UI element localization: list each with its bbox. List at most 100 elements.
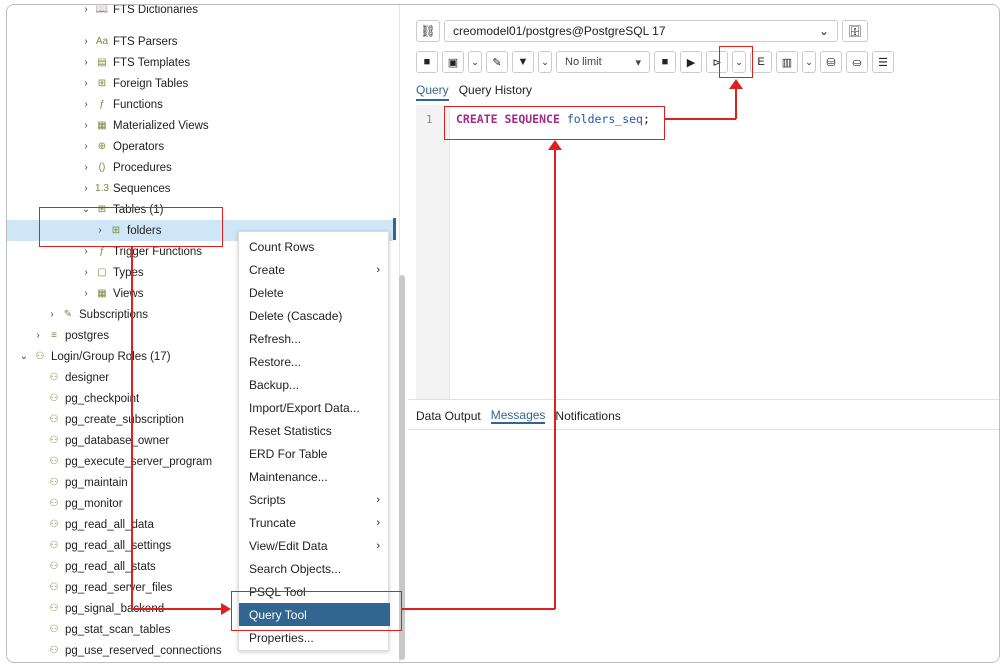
chevron-right-icon: ›	[376, 539, 380, 552]
context-menu: Count Rows Create › Delete Delete (Cascade) R…	[238, 231, 390, 651]
tab-notifications[interactable]: Notifications	[555, 409, 620, 423]
subscription-icon: ✎	[63, 309, 73, 320]
tab-data-output[interactable]: Data Output	[416, 409, 481, 423]
save-dropdown-icon[interactable]: ⌄	[468, 51, 482, 73]
line-number: 1	[426, 113, 433, 126]
row-limit-select[interactable]: No limit ▾	[556, 51, 650, 73]
chevron-right-icon[interactable]: ›	[47, 309, 57, 320]
chevron-right-icon[interactable]: ›	[81, 36, 91, 47]
chevron-right-icon[interactable]: ›	[81, 183, 91, 194]
tree-item[interactable]: › ⊕ Operators	[7, 136, 387, 157]
filter-dropdown-icon[interactable]: ⌄	[538, 51, 552, 73]
group-icon: ⚇	[49, 645, 59, 656]
sql-editor[interactable]: 1 CREATE SEQUENCE folders_seq;	[416, 105, 999, 400]
roles-icon: ⚇	[35, 351, 45, 362]
annotation-box-sql	[444, 106, 665, 140]
chevron-right-icon[interactable]: ›	[81, 120, 91, 131]
foreign-table-icon: ⊞	[97, 78, 107, 89]
connection-status-icon[interactable]: ⛓	[416, 20, 440, 42]
connection-label: creomodel01/postgres@PostgreSQL 17	[453, 24, 666, 38]
context-menu-item[interactable]: Delete (Cascade)	[239, 304, 390, 327]
context-menu-item[interactable]: Restore...	[239, 350, 390, 373]
annotation-box-query-tool	[231, 591, 402, 631]
chevron-right-icon[interactable]: ›	[81, 141, 91, 152]
tab-query[interactable]: Query	[416, 83, 449, 101]
explain-dropdown-icon[interactable]: ⌄	[802, 51, 816, 73]
chevron-right-icon[interactable]: ›	[81, 99, 91, 110]
annotation-connector	[402, 608, 555, 610]
open-file-icon[interactable]: ■	[416, 51, 438, 73]
chevron-right-icon[interactable]: ›	[81, 78, 91, 89]
chevron-right-icon[interactable]: ›	[81, 57, 91, 68]
context-menu-item[interactable]: Truncate ›	[239, 511, 390, 534]
explain-analyze-icon[interactable]: ▥	[776, 51, 798, 73]
fts-dict-icon: 📖	[95, 5, 109, 15]
context-menu-item[interactable]: ERD For Table	[239, 442, 390, 465]
filter-icon[interactable]: ▼	[512, 51, 534, 73]
arrow-up-icon	[729, 79, 743, 89]
tree-item[interactable]: › () Procedures	[7, 157, 387, 178]
chevron-down-icon: ⌄	[818, 24, 829, 38]
context-menu-item[interactable]: Delete	[239, 281, 390, 304]
tab-query-history[interactable]: Query History	[459, 83, 532, 101]
rollback-icon[interactable]: ⛀	[846, 51, 868, 73]
chevron-down-icon[interactable]: ⌄	[19, 351, 29, 362]
database-icon[interactable]: 🗄	[842, 20, 868, 42]
chevron-right-icon[interactable]: ›	[33, 330, 43, 341]
chevron-right-icon[interactable]: ›	[81, 246, 91, 257]
save-icon[interactable]: ▣	[442, 51, 464, 73]
group-icon: ⚇	[49, 477, 59, 488]
tab-messages[interactable]: Messages	[490, 408, 546, 424]
menu-item-label: Search Objects...	[249, 561, 342, 576]
macros-icon[interactable]: ☰	[872, 51, 894, 73]
context-menu-item[interactable]: Count Rows	[239, 235, 390, 258]
stop-icon[interactable]: ■	[654, 51, 676, 73]
group-icon: ⚇	[49, 540, 59, 551]
chevron-down-icon: ▾	[635, 56, 641, 69]
chevron-right-icon: ›	[376, 516, 380, 529]
tree-item-label: FTS Templates	[113, 56, 191, 69]
menu-item-label: Backup...	[249, 377, 300, 392]
context-menu-item[interactable]: Reset Statistics	[239, 419, 390, 442]
context-menu-item[interactable]: Backup...	[239, 373, 390, 396]
view-icon: ▦	[97, 288, 107, 299]
tree-item-label: Materialized Views	[113, 119, 209, 132]
tree-item-label: pg_execute_server_program	[65, 455, 213, 468]
context-menu-item[interactable]: Create ›	[239, 258, 390, 281]
tree-item[interactable]: › ▦ Materialized Views	[7, 115, 387, 136]
tree-item-label: pg_monitor	[65, 497, 123, 510]
tree-item-label: pg_use_reserved_connections	[65, 644, 222, 657]
tree-item[interactable]: › ▤ FTS Templates	[7, 52, 387, 73]
tree-item-label: FTS Dictionaries	[113, 5, 198, 16]
chevron-right-icon[interactable]: ›	[81, 162, 91, 173]
chevron-right-icon[interactable]: ›	[81, 5, 91, 15]
menu-item-label: Reset Statistics	[249, 423, 332, 438]
tree-item[interactable]: › 📖 FTS Dictionaries	[7, 5, 387, 20]
context-menu-item[interactable]: Refresh...	[239, 327, 390, 350]
tree-item[interactable]: › 1.3 Sequences	[7, 178, 387, 199]
context-menu-item[interactable]: Search Objects...	[239, 557, 390, 580]
group-icon: ⚇	[49, 456, 59, 467]
menu-item-label: Import/Export Data...	[249, 400, 360, 415]
context-menu-item[interactable]: View/Edit Data ›	[239, 534, 390, 557]
divider	[408, 429, 999, 430]
menu-item-label: Restore...	[249, 354, 302, 369]
edit-icon[interactable]: ✎	[486, 51, 508, 73]
chevron-right-icon[interactable]: ›	[81, 267, 91, 278]
connection-select[interactable]: creomodel01/postgres@PostgreSQL 17 ⌄	[444, 20, 838, 42]
annotation-connector	[131, 247, 133, 609]
execute-icon[interactable]: ▶	[680, 51, 702, 73]
context-menu-item[interactable]: Maintenance...	[239, 465, 390, 488]
tree-item-label: Procedures	[113, 161, 172, 174]
group-icon: ⚇	[49, 393, 59, 404]
tree-item[interactable]: › ⊞ Foreign Tables	[7, 73, 387, 94]
context-menu-item[interactable]: Import/Export Data...	[239, 396, 390, 419]
function-icon: ƒ	[99, 99, 105, 110]
commit-icon[interactable]: ⛁	[820, 51, 842, 73]
tree-item[interactable]: › Aa FTS Parsers	[7, 31, 387, 52]
explain-icon[interactable]: E	[750, 51, 772, 73]
sequence-icon: 1.3	[95, 183, 109, 194]
tree-item[interactable]: › ƒ Functions	[7, 94, 387, 115]
context-menu-item[interactable]: Scripts ›	[239, 488, 390, 511]
chevron-right-icon[interactable]: ›	[81, 288, 91, 299]
